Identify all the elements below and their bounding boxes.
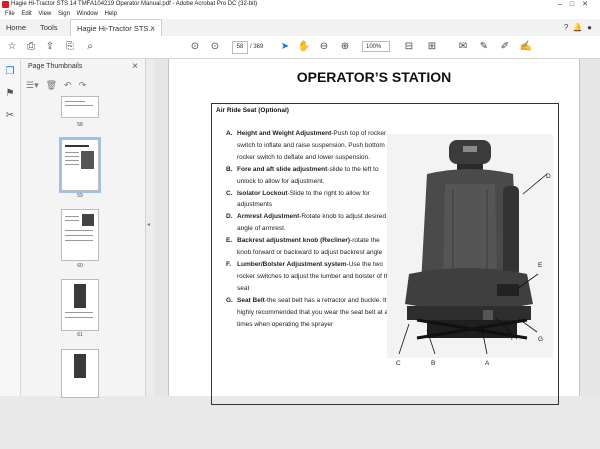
hand-tool-icon[interactable]: ✋ [297, 40, 311, 54]
panel-splitter[interactable]: ◂ [146, 59, 154, 396]
bell-icon[interactable]: 🔔 [573, 23, 583, 32]
sign-icon[interactable]: ✍ [519, 40, 533, 54]
close-icon[interactable]: ✕ [582, 1, 596, 8]
next-page-icon[interactable]: ⊙ [208, 40, 222, 54]
tab-bar: Home Tools Hagie Hi-Tractor STS... × ? 🔔… [0, 19, 600, 37]
thumbnail-label: 60 [77, 263, 83, 269]
menu-bar: File Edit View Sign Window Help [0, 9, 600, 19]
star-icon[interactable]: ☆ [5, 40, 19, 54]
bookmark-icon[interactable]: ⚑ [3, 87, 17, 101]
scroll-mode-icon[interactable]: ⊞ [425, 40, 439, 54]
page-thumbnails-panel: Page Thumbnails × ☰▾ 🗑 ↶ ↷ 58 59 60 61 [21, 59, 164, 449]
undo-icon[interactable]: ↶ [64, 80, 72, 90]
thumbnail-page-60[interactable] [61, 209, 99, 261]
window-controls: –□✕ [558, 0, 596, 9]
thumbnail-page-58[interactable] [61, 96, 99, 118]
pen-icon[interactable]: ✎ [477, 40, 491, 54]
print-icon[interactable]: ⎘ [63, 40, 77, 54]
thumbnail-seat-image [81, 151, 94, 169]
close-panel-icon[interactable]: × [132, 61, 138, 72]
collapse-panel-icon[interactable]: ◂ [147, 221, 150, 228]
redo-icon[interactable]: ↷ [79, 80, 87, 90]
content-box: Air Ride Seat (Optional) A. Height and We… [211, 103, 559, 405]
callout-b: B [431, 360, 436, 367]
highlight-icon[interactable]: ✐ [498, 40, 512, 54]
delete-icon[interactable]: 🗑 [46, 80, 57, 90]
account-icon[interactable]: ● [587, 23, 592, 32]
adjustment-list: A. Height and Weight Adjustment-Push top … [226, 128, 394, 330]
tab-document-label: Hagie Hi-Tractor STS... [77, 24, 155, 33]
thumbnail-image [74, 354, 86, 378]
list-item: F. Lumber/Bolster Adjustment system-Use t… [226, 260, 393, 292]
main-toolbar: ☆ ⎙ ⇪ ⎘ ⌕ ⊙ ⊙ 58 / 369 ➤ ✋ ⊖ ⊕ 100% ⊟ ⊞ … [0, 36, 600, 59]
menu-sign[interactable]: Sign [58, 11, 70, 17]
options-icon[interactable]: ☰▾ [26, 80, 39, 90]
user-icons: ? 🔔 ● [564, 23, 592, 32]
thumbnail-page-62[interactable] [61, 349, 99, 398]
page-thumbnails-icon[interactable]: ❐ [3, 65, 17, 79]
list-item: C. Isolator Lockout-Slide to the right to… [226, 189, 370, 209]
attachment-icon[interactable]: ✂ [3, 109, 17, 123]
air-ride-seat-image [387, 134, 553, 358]
tab-document[interactable]: Hagie Hi-Tractor STS... × [70, 19, 162, 36]
tab-home[interactable]: Home [6, 19, 26, 36]
list-item: E. Backrest adjustment knob (Recliner)-ro… [226, 237, 383, 257]
callout-f: F [511, 335, 515, 342]
thumbnail-tools: ☰▾ 🗑 ↶ ↷ [26, 80, 140, 94]
list-item: G. Seat Belt-the seat belt has a retracto… [226, 296, 394, 328]
search-icon[interactable]: ⌕ [83, 40, 97, 54]
zoom-select[interactable]: 100% [362, 41, 390, 52]
menu-window[interactable]: Window [77, 11, 98, 17]
thumbnail-image [82, 214, 94, 226]
acrobat-logo-icon [2, 1, 9, 8]
title-bar: Hagie Hi-Tractor STS 14 TMFA104219 Opera… [0, 0, 600, 9]
thumbnail-page-59[interactable] [59, 137, 101, 193]
menu-help[interactable]: Help [105, 11, 117, 17]
fit-page-icon[interactable]: ⊟ [402, 40, 416, 54]
tab-tools[interactable]: Tools [40, 19, 58, 36]
document-view[interactable]: OPERATOR’S STATION Air Ride Seat (Option… [154, 59, 600, 405]
thumbnail-image [74, 284, 86, 308]
maximize-icon[interactable]: □ [570, 1, 582, 8]
zoom-out-icon[interactable]: ⊖ [317, 40, 331, 54]
pdf-page: OPERATOR’S STATION Air Ride Seat (Option… [168, 59, 580, 405]
thumbnail-label: 59 [77, 193, 83, 199]
callout-g: G [538, 336, 544, 343]
save-icon[interactable]: ⎙ [24, 40, 38, 54]
section-title: Air Ride Seat (Optional) [216, 107, 289, 114]
help-icon[interactable]: ? [564, 23, 568, 32]
callout-d: D [546, 173, 551, 180]
list-item: B. Fore and aft slide adjustment-slide to… [226, 165, 379, 185]
select-cursor-icon[interactable]: ➤ [278, 40, 292, 54]
prev-page-icon[interactable]: ⊙ [188, 40, 202, 54]
list-item: D. Armrest Adjustment-Rotate knob to adju… [226, 213, 386, 233]
window-title: Hagie Hi-Tractor STS 14 TMFA104219 Opera… [11, 1, 258, 7]
panel-title: Page Thumbnails [28, 63, 83, 70]
callout-a: A [485, 360, 490, 367]
callout-e: E [538, 262, 543, 269]
left-icon-rail: ❐ ⚑ ✂ [0, 59, 21, 396]
thumbnail-page-61[interactable] [61, 279, 99, 331]
minimize-icon[interactable]: – [558, 1, 570, 8]
thumbnail-label: 61 [77, 332, 83, 338]
menu-view[interactable]: View [38, 11, 51, 17]
thumbnail-label: 58 [77, 122, 83, 128]
page-number-input[interactable]: 58 [232, 41, 248, 54]
callout-c: C [396, 360, 401, 367]
comment-icon[interactable]: ✉ [456, 40, 470, 54]
close-tab-icon[interactable]: × [150, 20, 155, 37]
zoom-in-icon[interactable]: ⊕ [338, 40, 352, 54]
upload-icon[interactable]: ⇪ [43, 40, 57, 54]
list-item: A. Height and Weight Adjustment-Push top … [226, 130, 393, 161]
page-heading: OPERATOR’S STATION [296, 69, 452, 85]
page-total: / 369 [250, 44, 264, 50]
menu-edit[interactable]: Edit [21, 11, 31, 17]
menu-file[interactable]: File [5, 11, 15, 17]
